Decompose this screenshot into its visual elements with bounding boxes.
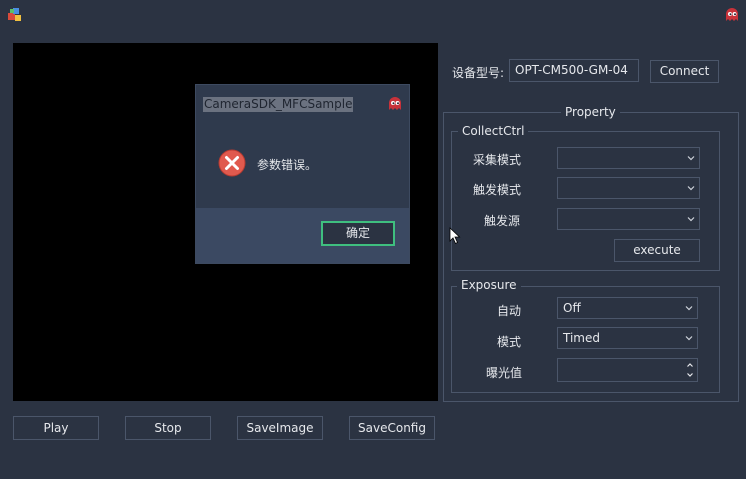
dialog-title: CameraSDK_MFCSample: [203, 97, 354, 112]
mouse-cursor-icon: [449, 227, 461, 245]
dialog-message: 参数错误。: [257, 158, 318, 172]
exposure-mode-value: Timed: [563, 331, 600, 345]
execute-button[interactable]: execute: [614, 239, 700, 262]
acquisition-mode-select[interactable]: [557, 147, 700, 169]
exposure-auto-label: 自动: [497, 304, 522, 318]
save-config-button[interactable]: SaveConfig: [349, 416, 435, 440]
trigger-source-label: 触发源: [484, 214, 521, 228]
device-model-field[interactable]: OPT-CM500-GM-04: [509, 59, 639, 82]
app-icon: [8, 8, 21, 21]
error-icon: [218, 149, 246, 177]
trigger-mode-select[interactable]: [557, 177, 700, 199]
chevron-down-icon: [687, 217, 695, 222]
acquisition-mode-label: 采集模式: [473, 153, 522, 167]
play-button[interactable]: Play: [13, 416, 99, 440]
save-image-button[interactable]: SaveImage: [237, 416, 323, 440]
exposure-auto-select[interactable]: Off: [557, 297, 698, 319]
stop-button[interactable]: Stop: [125, 416, 211, 440]
exposure-mode-select[interactable]: Timed: [557, 327, 698, 349]
property-title: Property: [561, 105, 620, 119]
exposure-mode-label: 模式: [497, 335, 522, 349]
exposure-auto-value: Off: [563, 301, 581, 315]
trigger-source-select[interactable]: [557, 208, 700, 230]
error-dialog: CameraSDK_MFCSample 参数错误。 确定: [195, 84, 410, 264]
exposure-title: Exposure: [457, 278, 521, 292]
chevron-down-icon: [687, 156, 695, 161]
device-model-label: 设备型号:: [452, 66, 505, 80]
exposure-value-spinbox[interactable]: [557, 358, 698, 382]
ghost-close-icon[interactable]: [724, 7, 740, 23]
chevron-down-icon: [685, 306, 693, 311]
spin-up-icon[interactable]: [685, 361, 695, 369]
exposure-value-label: 曝光值: [486, 366, 523, 380]
collectctrl-title: CollectCtrl: [458, 124, 529, 138]
chevron-down-icon: [685, 336, 693, 341]
connect-button[interactable]: Connect: [650, 60, 719, 83]
ghost-close-icon[interactable]: [387, 96, 403, 112]
ok-button[interactable]: 确定: [321, 221, 395, 246]
trigger-mode-label: 触发模式: [473, 183, 522, 197]
spin-down-icon[interactable]: [685, 371, 695, 379]
chevron-down-icon: [687, 186, 695, 191]
